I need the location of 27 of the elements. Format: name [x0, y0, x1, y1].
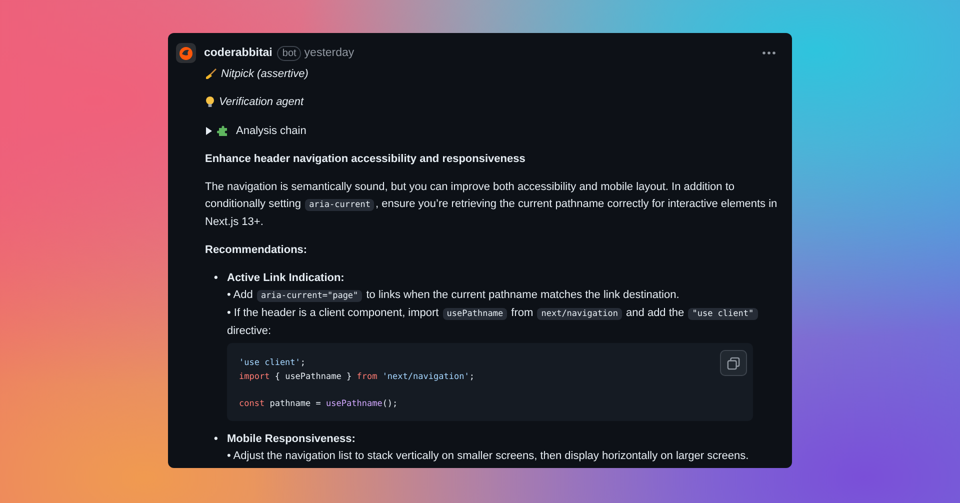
section-heading: Recommendations:	[205, 243, 308, 258]
copy-icon	[727, 356, 740, 370]
code-line: import { usePathname } from 'next/navigation';	[239, 370, 474, 384]
caret-right-icon[interactable]	[205, 126, 213, 134]
avatar-icon	[176, 43, 196, 63]
recommendation-title: Active Link Indication:	[227, 271, 346, 286]
author-name[interactable]: coderabbitai	[204, 47, 272, 59]
recommendation-text: • If the header is a client component, import usePathname from next/navigation and add the "use client" directive:	[227, 305, 778, 340]
copy-button[interactable]	[720, 350, 747, 376]
comment-time[interactable]: yesterday	[304, 47, 354, 59]
review-label: Verification agent	[219, 96, 304, 108]
bullet-marker: •	[214, 432, 218, 447]
bot-badge: bot	[277, 46, 302, 60]
bullet-marker: •	[214, 271, 218, 286]
recommendation-text: • Adjust the navigation list to stack vertically on smaller screens, then display horizontally on larger screens.	[227, 449, 750, 464]
code-line: 'use client';	[239, 357, 306, 370]
lightbulb-icon	[205, 96, 215, 108]
broom-icon	[205, 68, 217, 80]
puzzle-icon	[217, 124, 229, 136]
review-label: Nitpick (assertive)	[221, 68, 308, 80]
more-options-icon[interactable]	[762, 51, 776, 55]
comment-heading: Enhance header navigation accessibility and responsiveness	[205, 152, 526, 167]
recommendation-text: • Add aria-current="page" to links when the current pathname matches the link destination.	[227, 288, 680, 304]
recommendation-title: Mobile Responsiveness:	[227, 432, 356, 447]
details-summary[interactable]: Analysis chain	[236, 124, 306, 136]
comment-paragraph: The navigation is semantically sound, but you can improve both accessibility and mobile layout. In addition to conditionally setting aria-current , ensure you’re retrieving the current pathname correctly for interactive elements in Next.js 13+.	[205, 180, 778, 230]
code-line: const pathname = usePathname();	[239, 398, 398, 410]
